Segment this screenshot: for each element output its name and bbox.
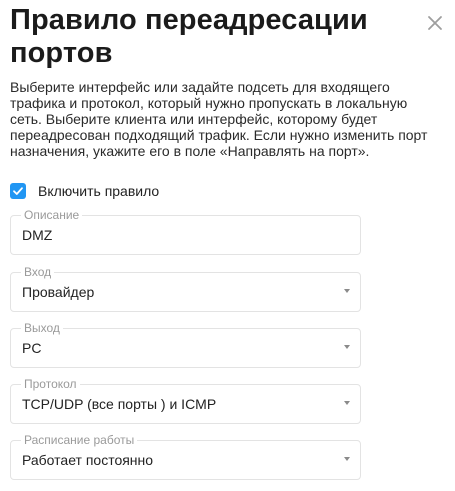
output-select-label: Выход <box>21 321 63 335</box>
input-select-value: Провайдер <box>22 284 95 300</box>
protocol-select[interactable]: Протокол TCP/UDP (все порты ) и ICMP <box>10 377 361 424</box>
output-select[interactable]: Выход PC <box>10 321 361 368</box>
input-select[interactable]: Вход Провайдер <box>10 265 361 312</box>
chevron-down-icon <box>344 401 350 405</box>
schedule-select-label: Расписание работы <box>21 433 138 447</box>
output-select-value: PC <box>22 340 42 356</box>
chevron-down-icon <box>344 345 350 349</box>
enable-rule-toggle[interactable]: Включить правило <box>10 181 159 201</box>
description-field-label: Описание <box>21 208 83 222</box>
close-button[interactable] <box>426 14 444 32</box>
close-icon <box>428 16 442 30</box>
schedule-select[interactable]: Расписание работы Работает постоянно <box>10 433 361 480</box>
protocol-select-value: TCP/UDP (все порты ) и ICMP <box>22 396 217 412</box>
schedule-select-value: Работает постоянно <box>22 452 154 468</box>
description-field[interactable]: Описание DMZ <box>10 208 361 255</box>
chevron-down-icon <box>344 457 350 461</box>
description-field-value: DMZ <box>22 227 53 243</box>
input-select-label: Вход <box>21 265 55 279</box>
port-forwarding-dialog: Правило переадресации портов Выберите ин… <box>0 0 455 491</box>
protocol-select-label: Протокол <box>21 377 80 391</box>
enable-rule-checkbox[interactable] <box>10 183 26 199</box>
checkmark-icon <box>13 187 23 195</box>
dialog-title: Правило переадресации портов <box>10 4 368 69</box>
chevron-down-icon <box>344 289 350 293</box>
enable-rule-label: Включить правило <box>38 183 160 199</box>
dialog-description: Выберите интерфейс или задайте подсеть д… <box>10 79 428 159</box>
